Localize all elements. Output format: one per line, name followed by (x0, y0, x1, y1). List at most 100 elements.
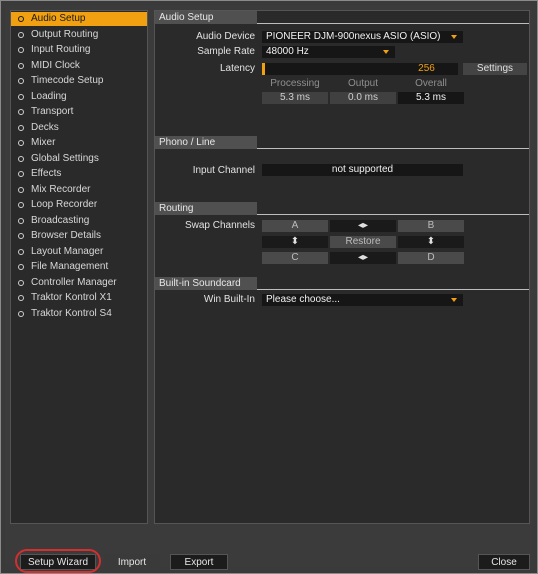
bullet-icon (18, 202, 24, 208)
win-builtin-label: Win Built-In (203, 294, 255, 305)
section-header-phono-line: Phono / Line (155, 136, 257, 149)
channel-b-button[interactable]: B (398, 220, 464, 232)
sidebar-item-controller-manager[interactable]: Controller Manager (11, 276, 147, 290)
bullet-icon (18, 186, 24, 193)
sidebar-item-loading[interactable]: Loading (11, 90, 147, 104)
sidebar-item-label: Controller Manager (31, 276, 117, 288)
section-divider (257, 23, 529, 24)
sidebar-item-traktor-kontrol-x1[interactable]: Traktor Kontrol X1 (11, 291, 147, 305)
latency-value: 256 (395, 63, 458, 75)
sidebar-item-label: Decks (31, 121, 59, 133)
sidebar-item-label: Broadcasting (31, 214, 90, 226)
processing-value: 5.3 ms (262, 92, 328, 104)
bullet-icon (18, 124, 24, 131)
sidebar-item-timecode-setup[interactable]: Timecode Setup (11, 74, 147, 88)
swap-bd-button[interactable]: ⬍ (398, 236, 464, 248)
bullet-icon (18, 78, 24, 84)
channel-d-button[interactable]: D (398, 252, 464, 264)
swap-ac-button[interactable]: ⬍ (262, 236, 328, 248)
sidebar-item-browser-details[interactable]: Browser Details (11, 229, 147, 243)
bullet-icon (18, 16, 24, 22)
bullet-icon (18, 264, 24, 270)
output-label: Output (347, 78, 379, 89)
settings-button[interactable]: Settings (463, 63, 527, 75)
channel-c-button[interactable]: C (262, 252, 328, 264)
swap-cd-button[interactable]: ◂▸ (330, 252, 396, 264)
input-channel-label: Input Channel (192, 165, 255, 176)
sidebar-item-input-routing[interactable]: Input Routing (11, 43, 147, 57)
swap-horizontal-icon: ◂▸ (357, 220, 369, 231)
sidebar-item-label: Transport (31, 106, 74, 117)
dropdown-arrow-icon (451, 35, 457, 39)
section-divider (257, 148, 529, 149)
sidebar-item-traktor-kontrol-s4[interactable]: Traktor Kontrol S4 (11, 307, 147, 321)
swap-channels-label: Swap Channels (184, 220, 255, 231)
bullet-icon (18, 93, 24, 100)
sidebar-item-label: Input Routing (31, 44, 91, 55)
sidebar-item-label: Traktor Kontrol X1 (31, 292, 112, 303)
section-header-audio-setup: Audio Setup (155, 11, 257, 24)
sidebar-item-label: Browser Details (31, 230, 102, 241)
sidebar-item-file-management[interactable]: File Management (11, 260, 147, 274)
channel-a-button[interactable]: A (262, 220, 328, 232)
latency-label: Latency (219, 63, 255, 74)
sidebar-item-output-routing[interactable]: Output Routing (11, 28, 147, 42)
section-header-builtin-soundcard: Built-in Soundcard (155, 277, 257, 290)
sidebar-item-layout-manager[interactable]: Layout Manager (11, 245, 147, 259)
sidebar-item-decks[interactable]: Decks (11, 121, 147, 135)
swap-ab-button[interactable]: ◂▸ (330, 220, 396, 232)
audio-device-select[interactable]: PIONEER DJM-900nexus ASIO (ASIO) (262, 31, 463, 43)
sidebar-item-mix-recorder[interactable]: Mix Recorder (11, 183, 147, 197)
bullet-icon (18, 62, 24, 69)
sidebar-item-mixer[interactable]: Mixer (11, 136, 147, 150)
swap-vertical-icon: ⬍ (426, 236, 436, 247)
sidebar-item-transport[interactable]: Transport (11, 105, 147, 119)
bullet-icon (18, 310, 24, 317)
audio-setup-panel: Audio Setup Audio Device PIONEER DJM-900… (154, 10, 530, 524)
swap-horizontal-icon: ◂▸ (357, 252, 369, 263)
sidebar-item-label: Mix Recorder (31, 183, 91, 195)
bullet-icon (18, 140, 24, 146)
sidebar-item-global-settings[interactable]: Global Settings (11, 152, 147, 166)
bullet-icon (18, 47, 24, 53)
sidebar-item-label: Loading (31, 90, 67, 102)
overall-label: Overall (415, 78, 447, 89)
restore-button[interactable]: Restore (330, 236, 396, 248)
sidebar-item-loop-recorder[interactable]: Loop Recorder (11, 198, 147, 212)
latency-slider[interactable] (262, 63, 395, 75)
preferences-sidebar: Audio Setup Output Routing Input Routing MI… (10, 10, 148, 524)
sidebar-item-broadcasting[interactable]: Broadcasting (11, 214, 147, 228)
sample-rate-select[interactable]: 48000 Hz (262, 46, 395, 58)
sample-rate-value: 48000 Hz (266, 46, 309, 57)
bullet-icon (18, 155, 24, 162)
section-header-routing: Routing (155, 202, 257, 215)
export-button[interactable]: Export (170, 554, 228, 570)
win-builtin-value: Please choose... (266, 294, 340, 305)
bullet-icon (18, 31, 24, 38)
sample-rate-label: Sample Rate (197, 46, 255, 57)
section-divider (257, 214, 529, 215)
sidebar-item-label: Audio Setup (31, 13, 86, 24)
bullet-icon (18, 279, 24, 286)
sidebar-item-label: Timecode Setup (31, 75, 104, 86)
import-button[interactable]: Import (104, 554, 160, 570)
win-builtin-select[interactable]: Please choose... (262, 294, 463, 306)
sidebar-item-midi-clock[interactable]: MIDI Clock (11, 59, 147, 73)
sidebar-item-audio-setup[interactable]: Audio Setup (11, 12, 147, 26)
sidebar-item-label: Layout Manager (31, 245, 104, 257)
sidebar-item-label: Effects (31, 168, 62, 179)
bullet-icon (18, 171, 24, 177)
dropdown-arrow-icon (451, 298, 457, 302)
bullet-icon (18, 217, 24, 224)
sidebar-item-effects[interactable]: Effects (11, 167, 147, 181)
sidebar-item-label: Global Settings (31, 152, 99, 164)
input-channel-value: not supported (262, 164, 463, 176)
sidebar-item-label: Traktor Kontrol S4 (31, 307, 112, 319)
bullet-icon (18, 295, 24, 301)
bullet-icon (18, 248, 24, 255)
audio-device-value: PIONEER DJM-900nexus ASIO (ASIO) (266, 31, 441, 42)
latency-slider-fill (262, 63, 265, 75)
setup-wizard-highlight (15, 549, 101, 573)
bullet-icon (18, 109, 24, 115)
close-button[interactable]: Close (478, 554, 530, 570)
